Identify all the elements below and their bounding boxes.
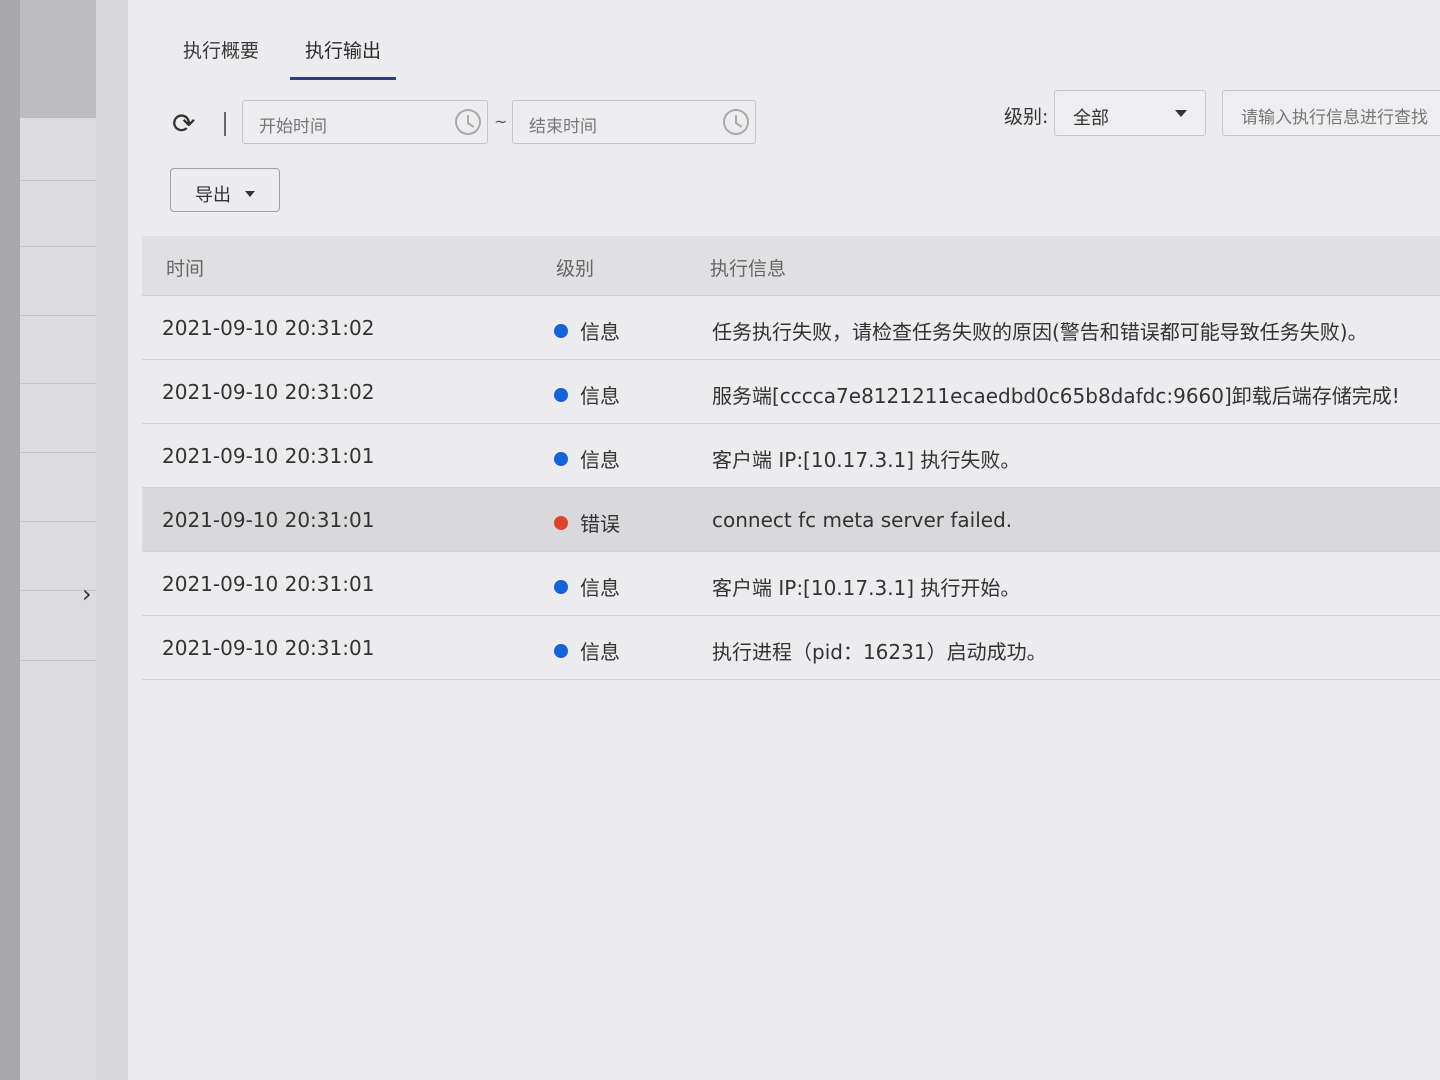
caret-down-icon — [1175, 110, 1187, 117]
tab-execution-output[interactable]: 执行输出 — [290, 28, 397, 80]
status-dot-icon — [554, 515, 568, 530]
table-row[interactable]: 2021-09-10 20:31:01 错误 connect fc meta ser… — [142, 488, 1440, 552]
clock-icon[interactable] — [723, 109, 749, 135]
chevron-right-icon[interactable]: › — [82, 580, 102, 608]
main-panel: 执行概要 执行输出 ⟳ 开始时间 ~ 结束时间 级别: 全部 请输入执行信息进行… — [128, 0, 1440, 1080]
column-header-message: 执行信息 — [710, 258, 787, 280]
refresh-icon[interactable]: ⟳ — [172, 110, 202, 140]
export-dropdown-button[interactable]: 导出 — [170, 168, 280, 212]
status-dot-icon — [554, 643, 568, 658]
column-header-level: 级别 — [556, 258, 595, 280]
export-label: 导出 — [195, 185, 231, 206]
table-row[interactable]: 2021-09-10 20:31:01 信息 客户端 IP:[10.17.3.1] … — [142, 552, 1440, 616]
level-filter-value: 全部 — [1073, 108, 1109, 129]
search-input[interactable]: 请输入执行信息进行查找 — [1222, 90, 1440, 136]
row-message: 客户端 IP:[10.17.3.1] 执行失败。 — [712, 448, 1021, 472]
row-level: 信息 — [554, 636, 620, 665]
row-message: 任务执行失败，请检查任务失败的原因(警告和错误都可能导致任务失败)。 — [712, 320, 1368, 344]
toolbar-divider — [224, 112, 226, 136]
end-time-placeholder: 结束时间 — [529, 117, 597, 137]
table-row[interactable]: 2021-09-10 20:31:01 信息 执行进程（pid：16231）启动成功… — [142, 616, 1440, 680]
table-row[interactable]: 2021-09-10 20:31:02 信息 服务端[cccca7e8121211e… — [142, 360, 1440, 424]
row-message: 服务端[cccca7e8121211ecaedbd0c65b8dafdc:966… — [712, 384, 1400, 408]
row-level-label: 信息 — [580, 320, 620, 344]
row-message: connect fc meta server failed. — [712, 508, 1013, 532]
status-dot-icon — [554, 451, 568, 466]
level-filter-select[interactable]: 全部 — [1054, 90, 1206, 136]
start-time-input[interactable]: 开始时间 — [242, 100, 488, 144]
row-level-label: 信息 — [580, 640, 620, 664]
level-filter-label: 级别: — [1004, 106, 1049, 128]
row-level: 错误 — [554, 508, 620, 537]
row-level-label: 信息 — [580, 576, 620, 600]
tab-execution-summary[interactable]: 执行概要 — [168, 28, 274, 80]
caret-down-icon — [245, 191, 255, 197]
row-time: 2021-09-10 20:31:02 — [162, 316, 375, 340]
row-level: 信息 — [554, 316, 620, 345]
row-level: 信息 — [554, 380, 620, 409]
row-time: 2021-09-10 20:31:01 — [162, 636, 375, 660]
search-placeholder: 请输入执行信息进行查找 — [1241, 108, 1428, 128]
row-time: 2021-09-10 20:31:02 — [162, 380, 375, 404]
column-header-time: 时间 — [166, 258, 205, 280]
row-level-label: 信息 — [580, 448, 620, 472]
status-dot-icon — [554, 579, 568, 594]
tab-bar: 执行概要 执行输出 — [168, 28, 397, 80]
end-time-input[interactable]: 结束时间 — [512, 100, 756, 144]
status-dot-icon — [554, 387, 568, 402]
row-level: 信息 — [554, 444, 620, 473]
status-dot-icon — [554, 323, 568, 338]
window-edge — [0, 0, 20, 1080]
row-level-label: 信息 — [580, 384, 620, 408]
start-time-placeholder: 开始时间 — [259, 117, 327, 137]
panel-gutter — [96, 0, 130, 1080]
table-header: 时间 级别 执行信息 — [142, 236, 1440, 296]
row-time: 2021-09-10 20:31:01 — [162, 508, 375, 532]
row-message: 客户端 IP:[10.17.3.1] 执行开始。 — [712, 576, 1021, 600]
row-time: 2021-09-10 20:31:01 — [162, 444, 375, 468]
row-message: 执行进程（pid：16231）启动成功。 — [712, 640, 1047, 664]
clock-icon[interactable] — [455, 109, 481, 135]
row-level-label: 错误 — [580, 512, 620, 536]
execution-log-table: 时间 级别 执行信息 2021-09-10 20:31:02 信息 任务执行失败，请… — [142, 236, 1440, 680]
row-level: 信息 — [554, 572, 620, 601]
row-time: 2021-09-10 20:31:01 — [162, 572, 375, 596]
range-separator: ~ — [494, 112, 508, 131]
table-row[interactable]: 2021-09-10 20:31:01 信息 客户端 IP:[10.17.3.1] … — [142, 424, 1440, 488]
table-row[interactable]: 2021-09-10 20:31:02 信息 任务执行失败，请检查任务失败的原因(警… — [142, 296, 1440, 360]
